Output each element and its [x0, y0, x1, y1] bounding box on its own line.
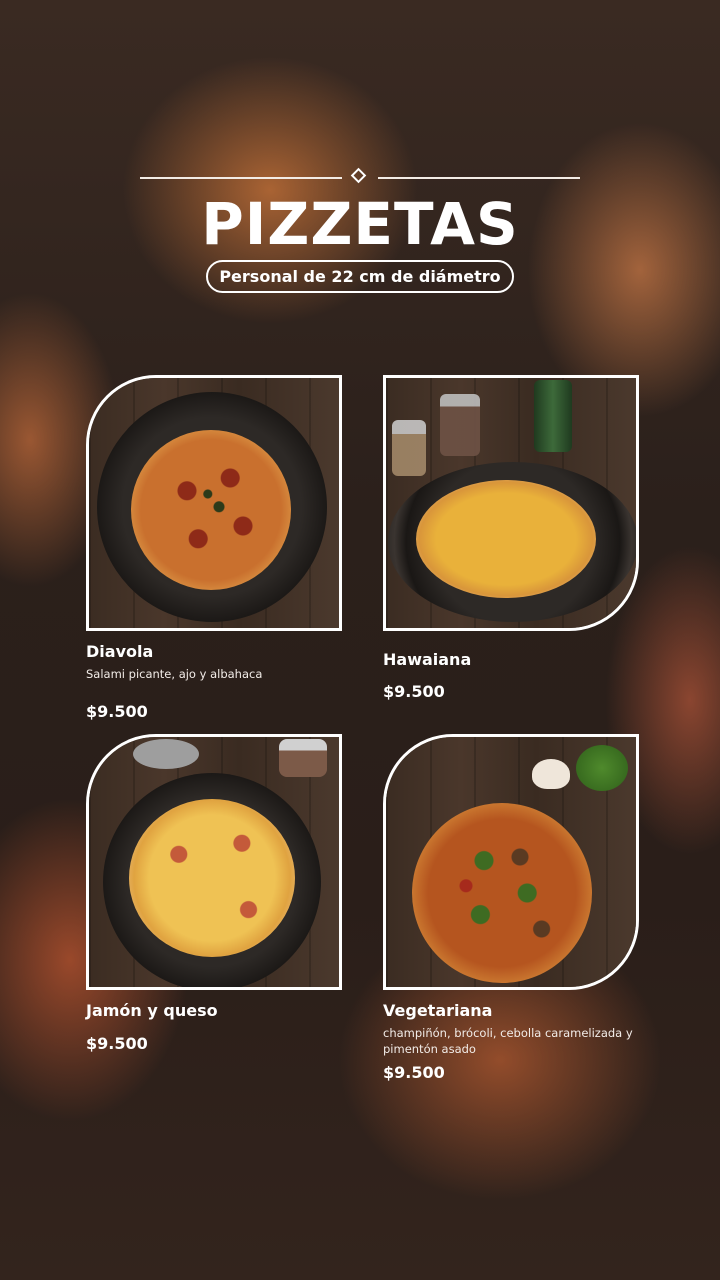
- decorative-line-left: [140, 177, 342, 179]
- item-price: $9.500: [86, 702, 148, 721]
- pizza-image-jamon-y-queso: [129, 799, 295, 957]
- pizza-image-diavola: [131, 430, 291, 590]
- broccoli: [576, 745, 628, 791]
- shaker: [392, 420, 426, 476]
- item-price: $9.500: [383, 1063, 445, 1082]
- shaker: [440, 394, 480, 456]
- item-name: Jamón y queso: [86, 1001, 218, 1020]
- pizza-cutter: [133, 739, 199, 769]
- decorative-line-right: [378, 177, 580, 179]
- item-name: Hawaiana: [383, 650, 472, 669]
- pizza-image-hawaiana: [416, 480, 596, 598]
- diamond-icon: [350, 167, 367, 184]
- page-title: PIZZETAS: [201, 190, 519, 258]
- subtitle-badge: Personal de 22 cm de diámetro: [206, 260, 514, 293]
- pizza-card-jamon-y-queso[interactable]: [86, 734, 342, 990]
- shaker: [279, 739, 327, 777]
- item-name: Diavola: [86, 642, 154, 661]
- bottle: [534, 380, 572, 452]
- menu-page: PIZZETAS Personal de 22 cm de diámetro D…: [0, 0, 720, 1280]
- pizza-card-diavola[interactable]: [86, 375, 342, 631]
- item-description: Salami picante, ajo y albahaca: [86, 667, 263, 681]
- pizza-card-vegetariana[interactable]: [383, 734, 639, 990]
- item-name: Vegetariana: [383, 1001, 493, 1020]
- pizza-card-hawaiana[interactable]: [383, 375, 639, 631]
- item-description: champiñón, brócoli, cebolla caramelizada…: [383, 1026, 633, 1056]
- item-price: $9.500: [383, 682, 445, 701]
- item-price: $9.500: [86, 1034, 148, 1053]
- mushroom: [532, 759, 570, 789]
- pizza-image-vegetariana: [412, 803, 592, 983]
